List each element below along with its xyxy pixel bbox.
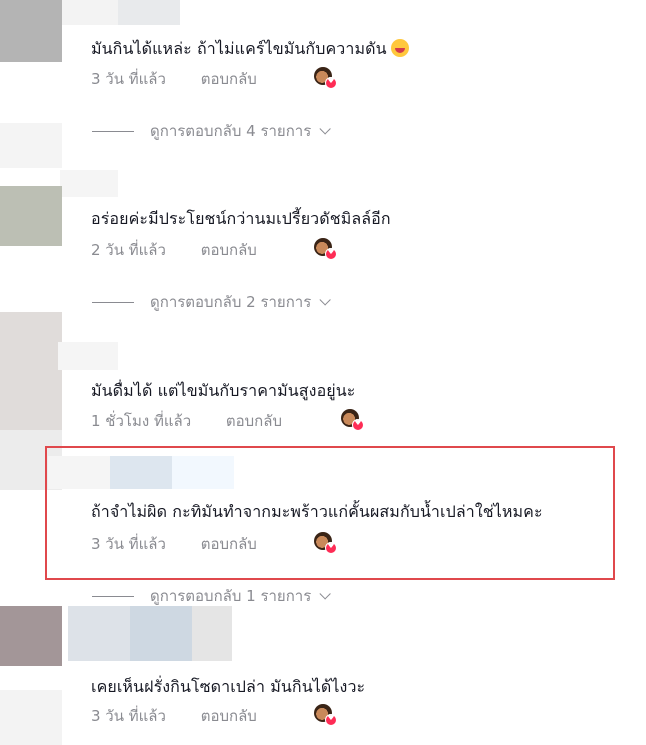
creator-liked-icon: [314, 238, 337, 260]
blurred-avatar: [0, 690, 62, 745]
comment-time: 2 วัน ที่แล้ว: [91, 241, 166, 259]
comment-time: 3 วัน ที่แล้ว: [91, 70, 166, 88]
comment-meta: 2 วัน ที่แล้ว ตอบกลับ: [91, 238, 257, 262]
reply-button[interactable]: ตอบกลับ: [226, 409, 282, 433]
chevron-down-icon: [319, 294, 332, 306]
comment-text: อร่อยค่ะมีประโยชน์กว่านมเปรี้ยวดัชมิลล์อ…: [91, 209, 391, 228]
comment-text: เคยเห็นฝรั่งกินโซดาเปล่า มันกินได้ไงวะ: [91, 677, 366, 696]
blurred-avatar: [0, 123, 62, 168]
chevron-down-icon: [319, 123, 332, 135]
blurred-username: [62, 0, 122, 25]
divider: [92, 595, 134, 597]
comment-time: 3 วัน ที่แล้ว: [91, 707, 166, 725]
reply-button[interactable]: ตอบกลับ: [201, 238, 257, 262]
blurred-avatar: [0, 0, 62, 62]
blurred-username: [68, 606, 130, 661]
creator-liked-icon: [314, 67, 337, 89]
blurred-username: [130, 606, 192, 661]
view-replies-button[interactable]: ดูการตอบกลับ 4 รายการ: [92, 119, 332, 143]
comment-time: 1 ชั่วโมง ที่แล้ว: [91, 412, 192, 430]
divider: [92, 130, 134, 132]
highlight-box: [45, 446, 615, 580]
blurred-avatar: [0, 186, 62, 246]
blurred-avatar: [0, 312, 62, 430]
view-replies-button[interactable]: ดูการตอบกลับ 1 รายการ: [92, 584, 332, 608]
blurred-username: [192, 606, 232, 661]
blurred-username: [60, 170, 118, 197]
chevron-down-icon: [319, 588, 332, 600]
comment-meta: 3 วัน ที่แล้ว ตอบกลับ: [91, 67, 257, 91]
divider: [92, 301, 134, 303]
view-replies-button[interactable]: ดูการตอบกลับ 2 รายการ: [92, 290, 332, 314]
blurred-username: [118, 0, 180, 25]
comment-meta: 3 วัน ที่แล้ว ตอบกลับ: [91, 704, 257, 728]
creator-liked-icon: [341, 409, 364, 431]
reply-button[interactable]: ตอบกลับ: [201, 704, 257, 728]
laughing-face-icon: [390, 39, 409, 57]
comment-text: มันกินได้แหล่ะ ถ้าไม่แคร์ไขมันกับความดัน: [91, 37, 409, 62]
reply-button[interactable]: ตอบกลับ: [201, 67, 257, 91]
blurred-username: [58, 342, 118, 370]
comment-text: มันดื่มได้ แต่ไขมันกับราคามันสูงอยู่นะ: [91, 381, 356, 400]
creator-liked-icon: [314, 704, 337, 726]
blurred-avatar: [0, 606, 62, 666]
comment-meta: 1 ชั่วโมง ที่แล้ว ตอบกลับ: [91, 409, 282, 433]
